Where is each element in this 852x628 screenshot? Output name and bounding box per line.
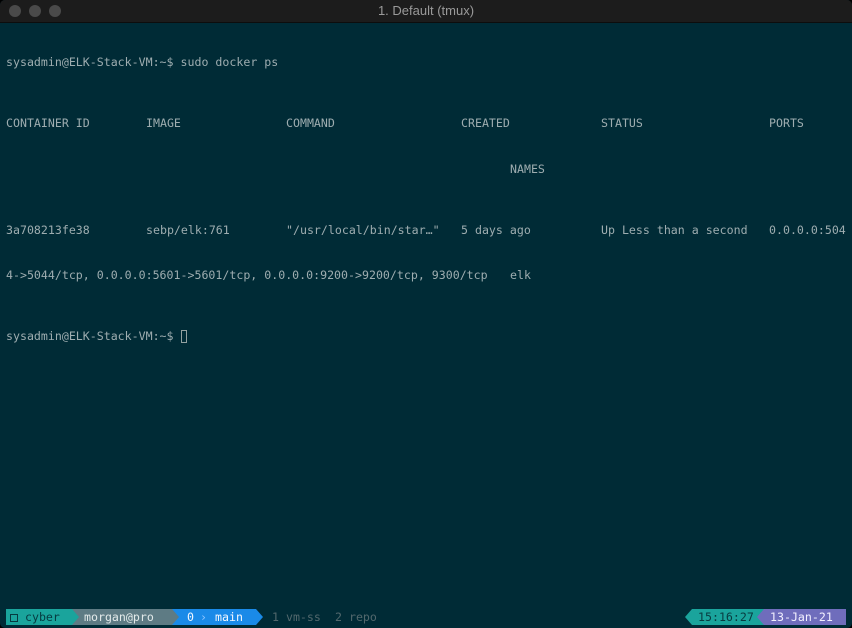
window-tab-1[interactable]: 1 vm-ss xyxy=(272,609,321,625)
cell-command: "/usr/local/bin/star…" xyxy=(286,222,440,237)
shell-prompt: sysadmin@ELK-Stack-VM:~$ xyxy=(6,55,181,70)
active-window-tab[interactable]: 0 › main xyxy=(172,609,256,625)
title-bar[interactable]: 1. Default (tmux) xyxy=(0,0,852,23)
cell-container-id: 3a708213fe38 xyxy=(6,222,90,237)
active-window-index: 0 xyxy=(187,610,194,624)
clock-time: 15:16:27 xyxy=(698,610,754,624)
header-status: STATUS xyxy=(601,116,643,131)
command-text: sudo docker ps xyxy=(180,55,279,70)
header-command: COMMAND xyxy=(286,116,335,131)
cell-created: 5 days ago xyxy=(461,222,531,237)
header-container-id: CONTAINER ID xyxy=(6,116,90,131)
table-row-wrap: 4->5044/tcp, 0.0.0.0:5601->5601/tcp, 0.0… xyxy=(6,268,852,283)
prompt-line[interactable]: sysadmin@ELK-Stack-VM:~$ xyxy=(6,329,852,344)
powerline-separator-icon xyxy=(172,609,179,625)
window-tab-2[interactable]: 2 repo xyxy=(335,609,377,625)
powerline-separator-icon xyxy=(685,609,692,625)
session-name: cyber xyxy=(24,610,60,624)
powerline-separator-icon xyxy=(72,609,79,625)
clock-date: 13-Jan-21 xyxy=(770,610,833,624)
terminal-output[interactable]: sysadmin@ELK-Stack-VM:~$ sudo docker ps … xyxy=(6,25,852,375)
user-host-segment: morgan@pro xyxy=(72,609,172,625)
text-cursor xyxy=(180,329,187,343)
shell-prompt: sysadmin@ELK-Stack-VM:~$ xyxy=(6,328,181,343)
cell-status: Up Less than a second xyxy=(601,222,748,237)
window-icon xyxy=(10,614,18,622)
terminal-window: 1. Default (tmux) sysadmin@ELK-Stack-VM:… xyxy=(0,0,852,628)
header-names: NAMES xyxy=(510,161,545,176)
date-segment: 13-Jan-21 xyxy=(764,609,846,625)
time-segment: 15:16:27 xyxy=(692,609,764,625)
table-header-row-wrap: NAMES xyxy=(6,162,852,177)
command-line: sysadmin@ELK-Stack-VM:~$ sudo docker ps xyxy=(6,55,852,70)
chevron-right-icon: › xyxy=(200,610,207,624)
cell-ports-continued: 4->5044/tcp, 0.0.0.0:5601->5601/tcp, 0.0… xyxy=(6,268,488,283)
header-ports: PORTS xyxy=(769,116,804,131)
tmux-status-bar: cyber morgan@pro 0 › main 1 vm-ss 2 repo… xyxy=(6,609,846,625)
table-row: 3a708213fe38 sebp/elk:761 "/usr/local/bi… xyxy=(6,223,852,238)
active-window-name: main xyxy=(215,610,243,624)
cell-names: elk xyxy=(510,268,531,283)
table-header-row: CONTAINER ID IMAGE COMMAND CREATED STATU… xyxy=(6,116,852,131)
powerline-separator-icon xyxy=(757,609,764,625)
window-list: 1 vm-ss 2 repo xyxy=(256,609,456,625)
user-host: morgan@pro xyxy=(84,610,154,624)
powerline-separator-icon xyxy=(256,609,263,625)
session-segment: cyber xyxy=(6,609,72,625)
cell-ports: 0.0.0.0:504 xyxy=(769,222,846,237)
cell-image: sebp/elk:761 xyxy=(146,222,230,237)
window-title: 1. Default (tmux) xyxy=(377,3,475,18)
header-image: IMAGE xyxy=(146,116,181,131)
header-created: CREATED xyxy=(461,116,510,131)
